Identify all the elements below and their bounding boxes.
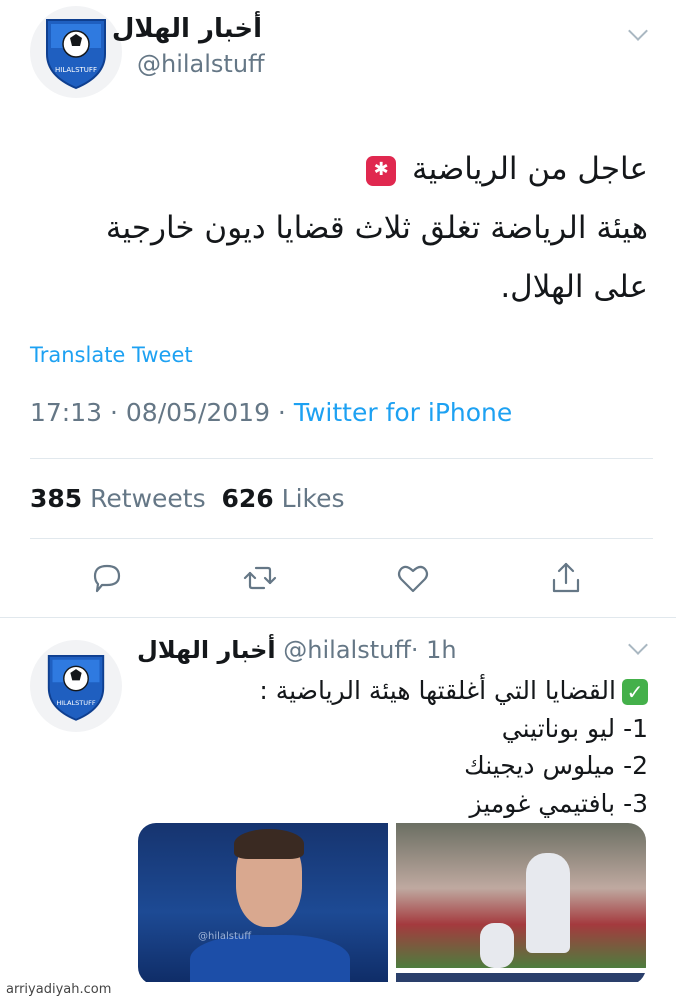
svg-text:HILALSTUFF: HILALSTUFF <box>56 699 96 707</box>
engagement-counts: 385 Retweets 626 Likes <box>30 484 345 513</box>
match-photo[interactable] <box>396 823 646 968</box>
retweets-count[interactable]: 385 <box>30 484 82 513</box>
tweet-text-line3: على الهلال. <box>500 269 648 305</box>
author-name[interactable]: أخبار الهلال <box>112 14 262 44</box>
chevron-down-icon[interactable] <box>628 21 648 41</box>
tweet-meta: 17:13 · 08/05/2019 · Twitter for iPhone <box>30 398 513 427</box>
like-icon[interactable] <box>395 560 431 596</box>
tweet-text-line1: عاجل من الرياضية <box>411 151 648 187</box>
likes-label[interactable]: Likes <box>282 484 345 513</box>
image-watermark: @hilalstuff <box>198 931 252 942</box>
shield-logo-icon: HILALSTUFF <box>46 19 106 90</box>
retweet-icon[interactable] <box>242 560 278 596</box>
retweets-label[interactable]: Retweets <box>90 484 205 513</box>
tweet-text: عاجل من الرياضية هيئة الرياضة تغلق ثلاث … <box>28 140 648 317</box>
shield-logo-icon: HILALSTUFF <box>47 655 105 721</box>
siren-emoji-icon <box>366 155 397 186</box>
reply-text-line1: القضايا التي أغلقتها هيئة الرياضية : <box>259 676 616 705</box>
divider <box>30 538 653 539</box>
likes-count[interactable]: 626 <box>222 484 274 513</box>
tweet-time: 17:13 <box>30 398 103 427</box>
reply-avatar[interactable]: HILALSTUFF <box>30 640 122 732</box>
divider <box>0 617 676 618</box>
reply-time: · 1h <box>410 636 457 664</box>
source-site-label: arriyadiyah.com <box>6 982 112 997</box>
source-footer: arriyadiyah.com <box>0 982 676 1000</box>
reply-header: أخبار الهلال @hilalstuff· 1h <box>137 636 457 664</box>
reply-text-line3: 2- ميلوس ديجينك <box>464 751 648 780</box>
reply-media-grid[interactable]: @hilalstuff <box>138 823 646 985</box>
share-icon[interactable] <box>548 560 584 596</box>
svg-text:HILALSTUFF: HILALSTUFF <box>55 66 97 74</box>
tweet-text-line2: هيئة الرياضة تغلق ثلاث قضايا ديون خارجية <box>105 210 648 246</box>
reply-author-name[interactable]: أخبار الهلال <box>137 636 276 664</box>
reply-text-line2: 1- ليو بوناتيني <box>501 713 648 743</box>
tweet-source-link[interactable]: Twitter for iPhone <box>294 398 512 427</box>
reply-author-handle[interactable]: @hilalstuff <box>283 636 411 664</box>
reply-text: ✓القضايا التي أغلقتها هيئة الرياضية : 1-… <box>128 672 648 822</box>
chevron-down-icon[interactable] <box>628 635 648 655</box>
translate-tweet-link[interactable]: Translate Tweet <box>30 343 193 367</box>
author-handle[interactable]: @hilalstuff <box>137 50 265 78</box>
tweet-avatar[interactable]: HILALSTUFF <box>30 6 122 98</box>
divider <box>30 458 653 459</box>
check-emoji-icon: ✓ <box>622 679 648 705</box>
reply-icon[interactable] <box>89 560 125 596</box>
tweet-date: 08/05/2019 <box>125 398 270 427</box>
reply-text-line4: 3- بافتيمي غوميز <box>469 788 648 818</box>
player-photo[interactable]: @hilalstuff <box>138 823 388 985</box>
